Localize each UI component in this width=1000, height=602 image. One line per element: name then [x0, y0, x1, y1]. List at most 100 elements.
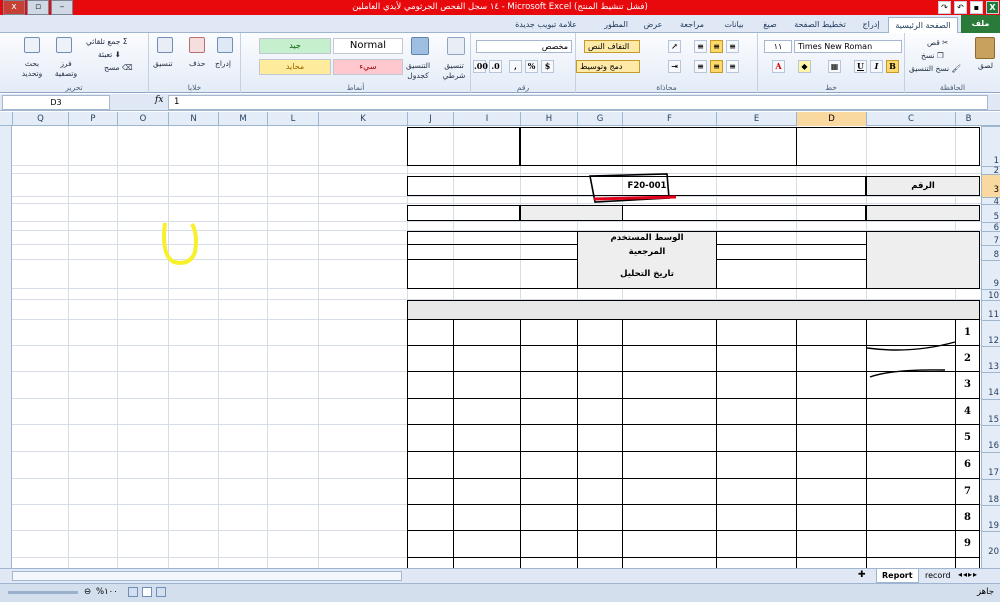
- tab-page-layout[interactable]: تخطيط الصفحة: [787, 17, 853, 33]
- column-header-k[interactable]: K: [318, 112, 407, 126]
- cell-c3-number-label[interactable]: الرقم: [868, 178, 978, 195]
- column-header-n[interactable]: N: [168, 112, 218, 126]
- delete-cells-icon[interactable]: [189, 37, 205, 53]
- tab-home[interactable]: الصفحة الرئيسية: [888, 17, 958, 34]
- format-as-table-button[interactable]: التنسيق كجدول: [399, 61, 437, 81]
- align-center-icon[interactable]: ≡: [710, 60, 723, 73]
- zoom-level[interactable]: %١٠٠: [96, 587, 118, 597]
- undo-icon[interactable]: ↶: [954, 1, 967, 14]
- row-header-13[interactable]: 13: [982, 346, 1000, 372]
- redo-icon[interactable]: ↷: [938, 1, 951, 14]
- row-header-18[interactable]: 18: [982, 479, 1000, 505]
- cell-d3-form-code[interactable]: F20-001: [578, 178, 716, 195]
- tab-insert[interactable]: إدراج: [856, 17, 886, 33]
- sheet-tab-record[interactable]: record: [920, 569, 956, 583]
- bold-button[interactable]: B: [886, 60, 899, 73]
- decrease-decimal-icon[interactable]: .00: [473, 60, 488, 73]
- horizontal-scrollbar[interactable]: [12, 571, 402, 581]
- style-good[interactable]: جيد: [259, 38, 331, 54]
- row-header-4[interactable]: 4: [982, 197, 1000, 206]
- indent-icon[interactable]: ⇥: [668, 60, 681, 73]
- insert-cells-icon[interactable]: [217, 37, 233, 53]
- paste-icon[interactable]: [975, 37, 995, 59]
- style-neutral[interactable]: محايد: [259, 59, 331, 75]
- row-number-cell[interactable]: 1: [956, 322, 979, 344]
- borders-icon[interactable]: ▦: [828, 60, 841, 73]
- row-number-cell[interactable]: 7: [956, 481, 979, 503]
- italic-button[interactable]: I: [870, 60, 883, 73]
- row-number-cell[interactable]: 2: [956, 348, 979, 370]
- font-name-combo[interactable]: Times New Roman: [794, 40, 902, 53]
- format-painter-button[interactable]: نسخ التنسيق 🖌: [909, 64, 961, 74]
- wrap-text-button[interactable]: التفاف النص: [584, 40, 640, 53]
- text-direction-icon[interactable]: ↗: [668, 40, 681, 53]
- merge-center-button[interactable]: دمج وتوسيط: [576, 60, 640, 73]
- row-header-16[interactable]: 16: [982, 425, 1000, 452]
- increase-decimal-icon[interactable]: .0: [489, 60, 502, 73]
- row-number-cell[interactable]: 9: [956, 533, 979, 555]
- fill-button[interactable]: تعبئة ⬇: [98, 50, 121, 60]
- insert-cells-button[interactable]: إدراج: [215, 59, 231, 69]
- save-icon[interactable]: ▪: [970, 1, 983, 14]
- percent-icon[interactable]: %: [525, 60, 538, 73]
- comma-icon[interactable]: ,: [509, 60, 522, 73]
- paste-button[interactable]: لصق: [978, 61, 993, 71]
- row-header-5[interactable]: 5: [982, 204, 1000, 222]
- tab-file[interactable]: ملف: [961, 15, 1000, 33]
- row-header-10[interactable]: 10: [982, 289, 1000, 301]
- style-normal[interactable]: Normal: [333, 38, 403, 54]
- name-box[interactable]: D3: [2, 95, 110, 110]
- align-middle-icon[interactable]: ≡: [710, 40, 723, 53]
- sheet-tab-report[interactable]: Report: [876, 569, 919, 583]
- cell-g8-reference-label[interactable]: المرجعية: [578, 245, 716, 259]
- delete-cells-button[interactable]: حذف: [189, 59, 205, 69]
- column-header-l[interactable]: L: [267, 112, 318, 126]
- formula-input[interactable]: 1: [168, 95, 988, 110]
- column-header-q[interactable]: Q: [12, 112, 68, 126]
- currency-icon[interactable]: $: [541, 60, 554, 73]
- row-header-19[interactable]: 19: [982, 505, 1000, 531]
- row-header-15[interactable]: 15: [982, 399, 1000, 425]
- number-format-combo[interactable]: مخصص: [476, 40, 572, 53]
- fill-color-icon[interactable]: ◆: [798, 60, 811, 73]
- copy-button[interactable]: نسخ ❐: [921, 51, 944, 61]
- format-cells-icon[interactable]: [157, 37, 173, 53]
- vertical-scrollbar[interactable]: [0, 112, 12, 568]
- style-bad[interactable]: سيء: [333, 59, 403, 75]
- cell-g7-medium-label[interactable]: الوسط المستخدم: [578, 232, 716, 244]
- row-header-3[interactable]: 3: [982, 174, 1000, 197]
- format-as-table-icon[interactable]: [411, 37, 429, 55]
- align-top-icon[interactable]: ≡: [726, 40, 739, 53]
- align-left-icon[interactable]: ≡: [694, 60, 707, 73]
- underline-button[interactable]: U: [854, 60, 867, 73]
- row-number-cell[interactable]: 3: [956, 374, 979, 396]
- column-header-f[interactable]: F: [622, 112, 716, 126]
- zoom-out-icon[interactable]: ⊖: [84, 587, 91, 597]
- worksheet-grid[interactable]: الرقم F20-001 الوسط المستخدم المرجعية تا…: [12, 126, 981, 568]
- row-number-cell[interactable]: 5: [956, 427, 979, 449]
- column-header-e[interactable]: E: [716, 112, 796, 126]
- align-bottom-icon[interactable]: ≡: [694, 40, 707, 53]
- zoom-slider[interactable]: [8, 591, 78, 594]
- row-header-7[interactable]: 7: [982, 231, 1000, 246]
- row-header-20[interactable]: 20: [982, 531, 1000, 558]
- tab-data[interactable]: بيانات: [715, 17, 753, 33]
- cut-button[interactable]: قص ✂: [927, 38, 948, 48]
- tab-new-tab[interactable]: علامة تبويب جديدة: [498, 17, 594, 33]
- column-header-c[interactable]: C: [866, 112, 955, 126]
- page-break-view-icon[interactable]: [156, 587, 166, 597]
- row-header-12[interactable]: 12: [982, 320, 1000, 346]
- font-size-combo[interactable]: ١١: [764, 40, 792, 53]
- tab-developer[interactable]: المطور: [598, 17, 634, 33]
- conditional-format-icon[interactable]: [447, 37, 465, 55]
- row-number-cell[interactable]: 4: [956, 401, 979, 423]
- row-number-cell[interactable]: 8: [956, 507, 979, 529]
- row-number-cell[interactable]: 6: [956, 454, 979, 476]
- cell-g9-analysis-date-label[interactable]: تاريخ التحليل: [578, 261, 716, 287]
- row-header-1[interactable]: 1: [982, 126, 1000, 166]
- clear-button[interactable]: مسح ⌫: [104, 63, 133, 73]
- align-right-icon[interactable]: ≡: [726, 60, 739, 73]
- row-header-2[interactable]: 2: [982, 166, 1000, 176]
- column-header-j[interactable]: J: [407, 112, 453, 126]
- tab-view[interactable]: عرض: [638, 17, 668, 33]
